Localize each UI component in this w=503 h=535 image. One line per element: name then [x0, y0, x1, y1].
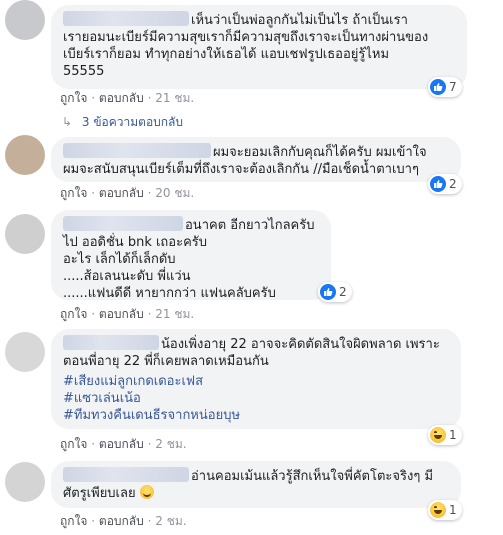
comment-text-line: ศัตรูเพียบเลย: [63, 486, 136, 501]
reaction-summary[interactable]: 1: [428, 500, 462, 520]
like-reaction-icon: [430, 79, 446, 95]
comment-text-line: เรายอมนะเบียร์มีความสุขเราก็มีความสุขถึง…: [63, 30, 429, 45]
like-link[interactable]: ถูกใจ: [60, 514, 87, 528]
view-replies-link[interactable]: ↳ 3 ข้อความตอบกลับ: [62, 113, 183, 132]
author-name[interactable]: [63, 216, 183, 231]
avatar[interactable]: [5, 214, 45, 254]
reply-link[interactable]: ตอบกลับ: [99, 307, 144, 321]
comment-actions: ถูกใจ · ตอบกลับ · 21 ชม.: [60, 91, 195, 105]
reaction-summary[interactable]: 2: [318, 282, 352, 302]
comment-text-line: อ่านคอมเม้นแล้วรู้สึกเห็นใจพี่คัตโตะจริง…: [191, 469, 434, 484]
timestamp[interactable]: 21 ชม.: [155, 91, 194, 105]
timestamp[interactable]: 20 ชม.: [155, 186, 194, 200]
reply-arrow-icon: ↳: [62, 115, 73, 129]
comment-actions: ถูกใจ · ตอบกลับ · 2 ชม.: [60, 514, 187, 528]
comment-text-line: ......แฟนดีดี หายากกว่า แฟนคลับครับ: [63, 286, 276, 301]
hashtag-link[interactable]: #เสียงแม่ลูกเกดเดอะเฟส: [63, 373, 449, 390]
comment-bubble: ผมจะยอมเลิกกับคุณก็ได้ครับ ผมเข้าใจ ผมจะ…: [51, 137, 461, 182]
reply-link[interactable]: ตอบกลับ: [99, 437, 144, 451]
avatar[interactable]: [5, 462, 45, 502]
comment-text-line: เบียร์เราก็ยอม ทำทุกอย่างให้เธอได้ แอบเช…: [63, 47, 390, 62]
like-link[interactable]: ถูกใจ: [60, 437, 87, 451]
comment-text-line: อะไร เล็กได้ก็เล็กดับ: [63, 252, 176, 267]
comment-actions: ถูกใจ · ตอบกลับ · 20 ชม.: [60, 186, 195, 200]
comment-text-line: อนาคต อีกยาวไกลครับ: [185, 218, 315, 233]
avatar[interactable]: [5, 332, 45, 372]
comment-actions: ถูกใจ · ตอบกลับ · 21 ชม.: [60, 307, 195, 321]
comment-text-line: น้องเพิ่งอายุ 22 อาจจะคิดตัดสินใจผิดพลาด…: [161, 337, 440, 352]
avatar[interactable]: [5, 0, 45, 40]
comment-actions: ถูกใจ · ตอบกลับ · 2 ชม.: [60, 437, 187, 451]
timestamp[interactable]: 21 ชม.: [155, 307, 194, 321]
reaction-count: 2: [339, 285, 347, 299]
reaction-summary[interactable]: 7: [428, 77, 462, 97]
comment-text-line: 55555: [63, 64, 105, 79]
reaction-count: 1: [449, 503, 457, 517]
timestamp[interactable]: 2 ชม.: [155, 514, 186, 528]
reaction-count: 7: [449, 80, 457, 94]
like-reaction-icon: [430, 176, 446, 192]
reaction-count: 1: [449, 428, 457, 442]
reply-link[interactable]: ตอบกลับ: [99, 514, 144, 528]
comment-text-line: ผมจะยอมเลิกกับคุณก็ได้ครับ ผมเข้าใจ: [213, 145, 427, 160]
haha-reaction-icon: [430, 502, 446, 518]
comment-bubble: อนาคต อีกยาวไกลครับ ไป ออดิชั่น bnk เถอะ…: [51, 210, 331, 301]
reply-link[interactable]: ตอบกลับ: [99, 186, 144, 200]
timestamp[interactable]: 2 ชม.: [155, 437, 186, 451]
comment-text-line: .....ส้อเลนนะดับ พี่แว่น: [63, 269, 191, 284]
comment-bubble: น้องเพิ่งอายุ 22 อาจจะคิดตัดสินใจผิดพลาด…: [51, 329, 461, 429]
comment-text-line: ผมจะสนับสนุนเบียร์เต็มที่ถึงเราจะต้องเลิ…: [63, 162, 419, 177]
like-reaction-icon: [320, 284, 336, 300]
like-link[interactable]: ถูกใจ: [60, 307, 87, 321]
author-name[interactable]: [63, 467, 189, 482]
author-name[interactable]: [63, 11, 189, 26]
smile-emoji-icon: [139, 485, 154, 499]
comment-bubble: เห็นว่าเป็นพ่อลูกกันไม่เป็นไร ถ้าเป็นเรา…: [51, 5, 467, 89]
hashtag-link[interactable]: #ทีมทวงคืนเดนธีรจากหน่อยบุษ: [63, 407, 449, 424]
reaction-count: 2: [449, 177, 457, 191]
comment-text-line: เห็นว่าเป็นพ่อลูกกันไม่เป็นไร ถ้าเป็นเรา: [191, 13, 408, 28]
reaction-summary[interactable]: 1: [428, 425, 462, 445]
author-name[interactable]: [63, 143, 211, 158]
avatar[interactable]: [5, 135, 45, 175]
like-link[interactable]: ถูกใจ: [60, 186, 87, 200]
like-link[interactable]: ถูกใจ: [60, 91, 87, 105]
reaction-summary[interactable]: 2: [428, 174, 462, 194]
comment-text-line: ตอนพี่อายุ 22 พี่ก็เคยพลาดเหมือนกัน: [63, 354, 269, 369]
hashtag-link[interactable]: #แซวเล่นเน้อ: [63, 390, 449, 407]
author-name[interactable]: [63, 335, 159, 350]
comment-bubble: อ่านคอมเม้นแล้วรู้สึกเห็นใจพี่คัตโตะจริง…: [51, 461, 461, 508]
reply-link[interactable]: ตอบกลับ: [99, 91, 144, 105]
comment-text-line: ไป ออดิชั่น bnk เถอะครับ: [63, 235, 208, 250]
haha-reaction-icon: [430, 427, 446, 443]
